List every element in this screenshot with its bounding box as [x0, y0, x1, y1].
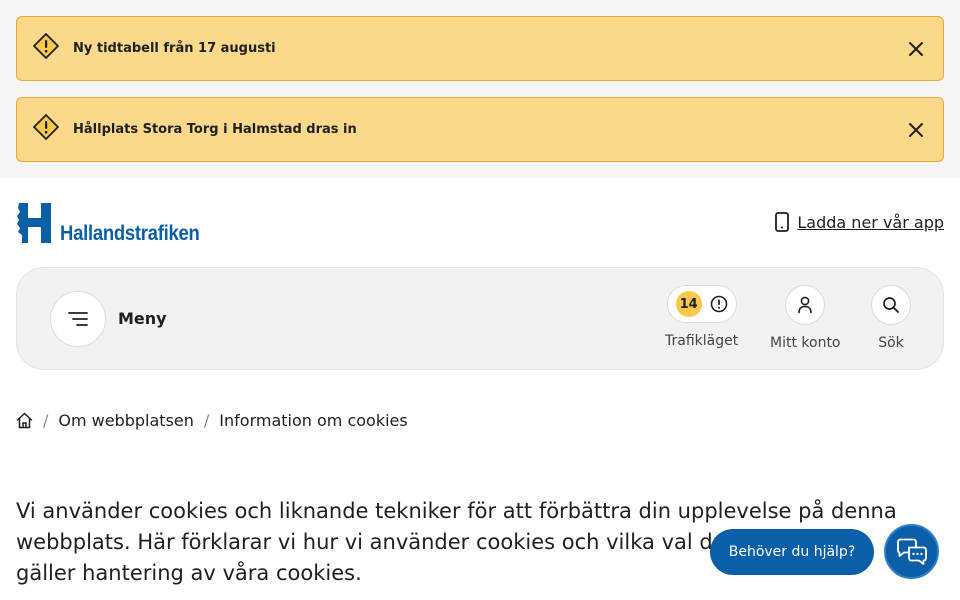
search-label: Sök — [878, 335, 904, 351]
breadcrumb-link[interactable]: Om webbplatsen — [58, 411, 194, 430]
home-icon[interactable] — [16, 412, 33, 429]
alert-text: Ny tidtabell från 17 augusti — [73, 41, 276, 56]
chat-icon — [896, 538, 927, 565]
chat-button[interactable] — [884, 524, 939, 579]
warning-icon — [33, 113, 59, 140]
warning-icon — [33, 32, 59, 59]
hamburger-icon — [68, 312, 88, 326]
help-label: Behöver du hjälp? — [728, 544, 856, 560]
download-app-link[interactable]: Ladda ner vår app — [775, 212, 944, 232]
breadcrumb-separator: / — [43, 411, 49, 430]
search-button[interactable]: Sök — [871, 285, 911, 351]
user-icon — [798, 296, 813, 314]
download-app-label: Ladda ner vår app — [797, 212, 944, 232]
search-icon — [883, 297, 899, 313]
phone-icon — [775, 212, 790, 232]
traffic-status-button[interactable]: 14 Trafikläget — [665, 285, 738, 349]
logo-mark-icon — [17, 203, 51, 243]
breadcrumb-current: Information om cookies — [219, 411, 408, 430]
breadcrumb-separator: / — [203, 411, 210, 430]
alert-banner[interactable]: Ny tidtabell från 17 augusti — [16, 16, 944, 81]
menu-button[interactable] — [50, 291, 106, 347]
menu-label[interactable]: Meny — [118, 309, 167, 328]
alert-text: Hållplats Stora Torg i Halmstad dras in — [73, 122, 357, 137]
traffic-count-badge: 14 — [675, 291, 702, 317]
traffic-label: Trafikläget — [665, 333, 739, 349]
alerts-region: Ny tidtabell från 17 augusti Hållplats S… — [0, 0, 960, 178]
help-button[interactable]: Behöver du hjälp? — [710, 529, 874, 575]
account-label: Mitt konto — [770, 335, 841, 351]
site-header: Hallandstrafiken Ladda ner vår app — [0, 178, 960, 268]
my-account-button[interactable]: Mitt konto — [770, 285, 841, 351]
close-icon[interactable] — [907, 121, 925, 139]
alert-banner[interactable]: Hållplats Stora Torg i Halmstad dras in — [16, 97, 944, 162]
close-icon[interactable] — [907, 40, 925, 58]
traffic-pill[interactable]: 14 — [666, 285, 737, 323]
main-navbar: Meny 14 Trafikläget Mitt konto Sök — [16, 267, 944, 370]
alert-circle-icon — [710, 295, 727, 313]
logo-text: Hallandstrafiken — [60, 222, 200, 245]
account-circle[interactable] — [785, 285, 826, 325]
breadcrumb: / Om webbplatsen / Information om cookie… — [16, 411, 408, 430]
site-logo[interactable]: Hallandstrafiken — [16, 202, 219, 245]
search-circle[interactable] — [871, 285, 911, 325]
